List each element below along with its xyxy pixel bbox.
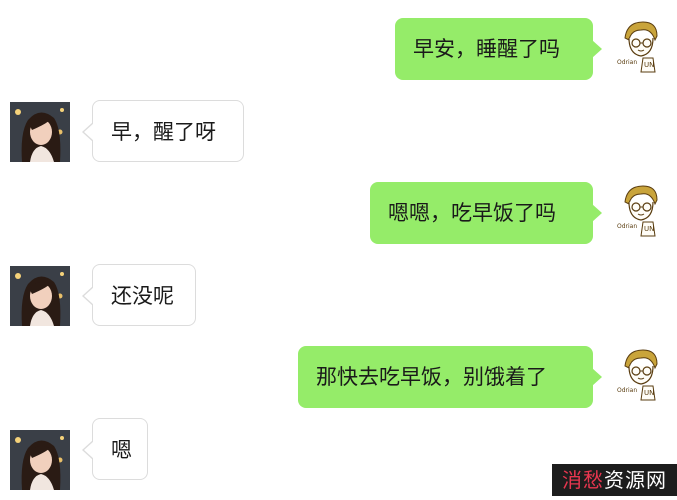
cartoon-boy-avatar-icon[interactable]: UN Odrian [611,178,671,238]
site-watermark: 消愁资源网 [552,464,677,496]
message-bubble-sent[interactable]: 嗯嗯，吃早饭了吗 [370,182,602,244]
watermark-text: 资源网 [604,468,667,492]
message-bubble-sent[interactable]: 那快去吃早饭，别饿着了 [298,346,602,408]
girl-photo-avatar-icon[interactable] [10,102,70,162]
girl-photo-avatar-icon[interactable] [10,266,70,326]
message-text: 那快去吃早饭，别饿着了 [316,365,547,389]
message-bubble-received[interactable]: 嗯 [82,418,148,480]
avatar-drawing [10,430,70,490]
avatar-drawing: UN Odrian [611,14,671,74]
watermark-accent: 消愁 [562,468,604,492]
avatar-drawing [10,102,70,162]
avatar-drawing: UN Odrian [611,178,671,238]
message-text: 还没呢 [111,284,174,308]
svg-text:UN: UN [644,389,654,397]
svg-text:UN: UN [644,225,654,233]
bubble-tail [84,123,94,141]
message-text: 嗯嗯，吃早饭了吗 [388,201,556,225]
avatar-caption: Odrian [617,59,637,66]
message-text: 早，醒了呀 [111,120,216,144]
avatar-caption: Odrian [617,223,637,230]
message-bubble-received[interactable]: 早，醒了呀 [82,100,244,162]
message-text: 嗯 [111,438,132,462]
svg-text:UN: UN [644,61,654,69]
bubble-tail [592,204,602,222]
message-bubble-sent[interactable]: 早安，睡醒了吗 [395,18,602,80]
cartoon-boy-avatar-icon[interactable]: UN Odrian [611,14,671,74]
message-text: 早安，睡醒了吗 [413,37,560,61]
bubble-tail [84,287,94,305]
avatar-caption: Odrian [617,387,637,394]
avatar-drawing: UN Odrian [611,342,671,402]
girl-photo-avatar-icon[interactable] [10,430,70,490]
bubble-tail [592,40,602,58]
bubble-tail [592,368,602,386]
cartoon-boy-avatar-icon[interactable]: UN Odrian [611,342,671,402]
avatar-drawing [10,266,70,326]
message-bubble-received[interactable]: 还没呢 [82,264,196,326]
bubble-tail [84,441,94,459]
